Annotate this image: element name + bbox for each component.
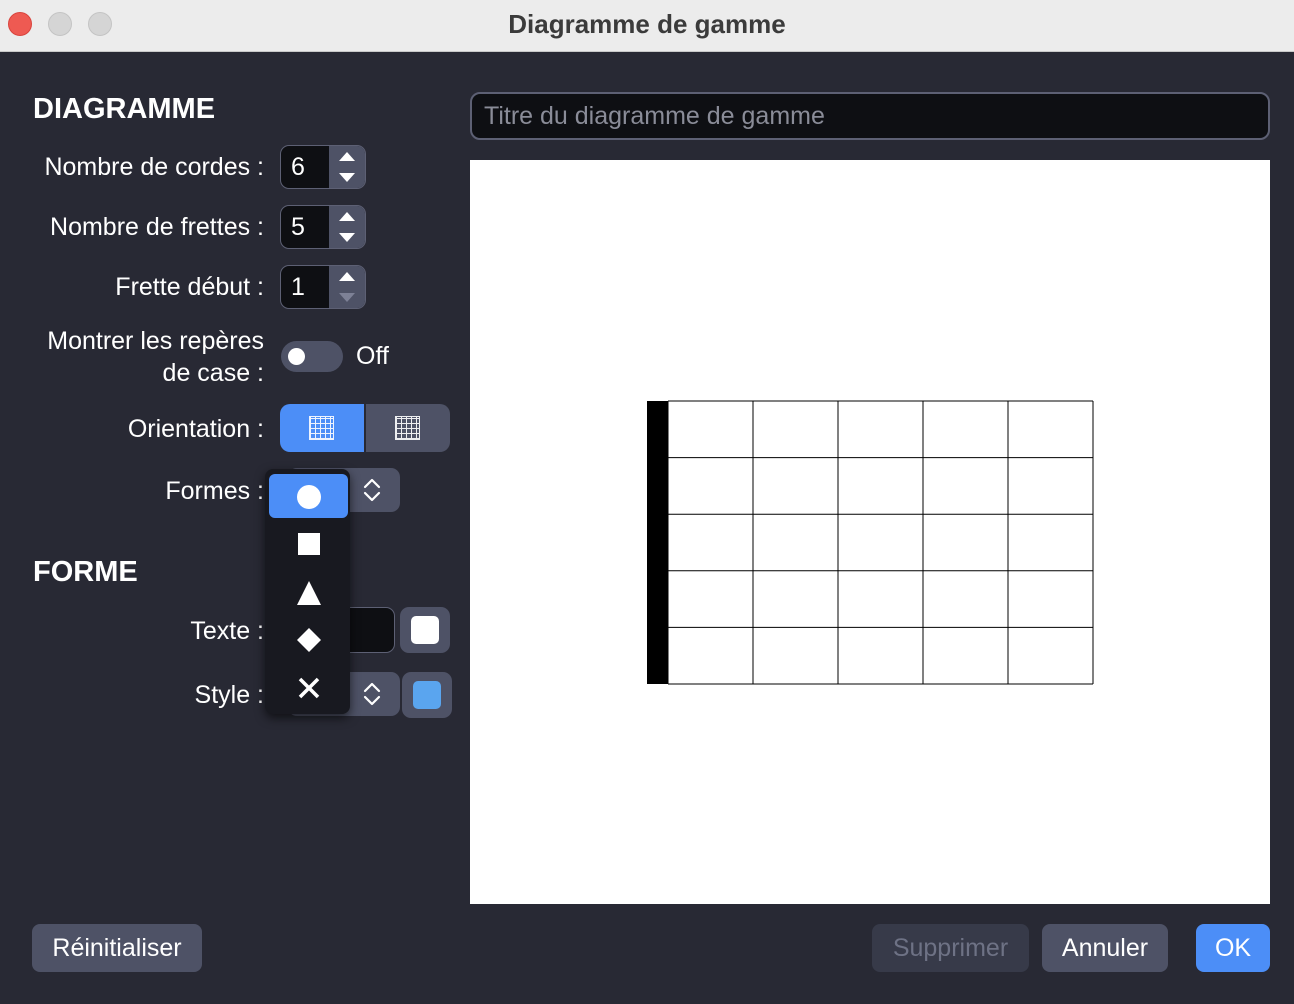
triangle-icon — [297, 581, 321, 605]
fretboard-grid — [647, 400, 1094, 685]
start-fret-stepper[interactable]: 1 — [280, 265, 366, 309]
text-color-well[interactable] — [400, 607, 450, 653]
style-color-swatch — [413, 681, 441, 709]
diagram-preview — [470, 160, 1270, 904]
vertical-grid-icon — [309, 416, 334, 440]
markers-state: Off — [356, 342, 389, 370]
start-fret-label: Frette début : — [115, 273, 264, 301]
diamond-icon — [297, 628, 321, 652]
shape-section-heading: FORME — [33, 556, 138, 588]
text-color-swatch — [411, 616, 439, 644]
markers-label-line2: de case : — [162, 359, 264, 387]
delete-button: Supprimer — [872, 924, 1029, 972]
cross-icon — [298, 677, 320, 699]
decrement-icon — [339, 293, 355, 302]
menu-item-diamond[interactable] — [269, 617, 348, 661]
circle-icon — [297, 485, 321, 509]
strings-stepper-arrows[interactable] — [329, 146, 365, 188]
text-label: Texte : — [190, 617, 264, 645]
title-bar: Diagramme de gamme — [0, 0, 1294, 52]
shapes-label: Formes : — [165, 477, 264, 505]
markers-label-line1: Montrer les repères — [47, 327, 264, 355]
menu-item-cross[interactable] — [269, 665, 348, 709]
menu-item-circle[interactable] — [269, 474, 348, 518]
orientation-label: Orientation : — [127, 415, 264, 443]
nut — [647, 401, 668, 684]
increment-icon[interactable] — [339, 212, 355, 221]
style-color-well[interactable] — [402, 672, 452, 718]
square-icon — [298, 533, 320, 555]
diagram-section-heading: DIAGRAMME — [33, 93, 216, 125]
diagram-title-input[interactable] — [470, 92, 1270, 140]
ok-button[interactable]: OK — [1196, 924, 1270, 972]
strings-stepper[interactable]: 6 — [280, 145, 366, 189]
window-title: Diagramme de gamme — [508, 9, 786, 39]
menu-item-triangle[interactable] — [269, 570, 348, 614]
start-fret-value[interactable]: 1 — [291, 273, 305, 302]
frets-value[interactable]: 5 — [291, 213, 305, 242]
cancel-button[interactable]: Annuler — [1042, 924, 1168, 972]
strings-value[interactable]: 6 — [291, 153, 305, 182]
chevron-updown-icon — [363, 478, 381, 502]
frets-stepper[interactable]: 5 — [280, 205, 366, 249]
orientation-horizontal-button[interactable] — [366, 404, 450, 452]
reset-button[interactable]: Réinitialiser — [32, 924, 202, 972]
menu-item-square[interactable] — [269, 521, 348, 565]
toggle-knob — [288, 348, 305, 365]
decrement-icon[interactable] — [339, 173, 355, 182]
horizontal-grid-icon — [395, 416, 420, 440]
frets-label: Nombre de frettes : — [50, 213, 264, 241]
chevron-updown-icon — [363, 682, 381, 706]
markers-toggle[interactable] — [281, 341, 343, 372]
decrement-icon[interactable] — [339, 233, 355, 242]
start-fret-stepper-arrows[interactable] — [329, 266, 365, 308]
shapes-menu — [265, 469, 350, 714]
frets-stepper-arrows[interactable] — [329, 206, 365, 248]
increment-icon[interactable] — [339, 152, 355, 161]
orientation-vertical-button[interactable] — [280, 404, 364, 452]
style-label: Style : — [194, 681, 264, 709]
strings-label: Nombre de cordes : — [44, 153, 264, 181]
increment-icon[interactable] — [339, 272, 355, 281]
